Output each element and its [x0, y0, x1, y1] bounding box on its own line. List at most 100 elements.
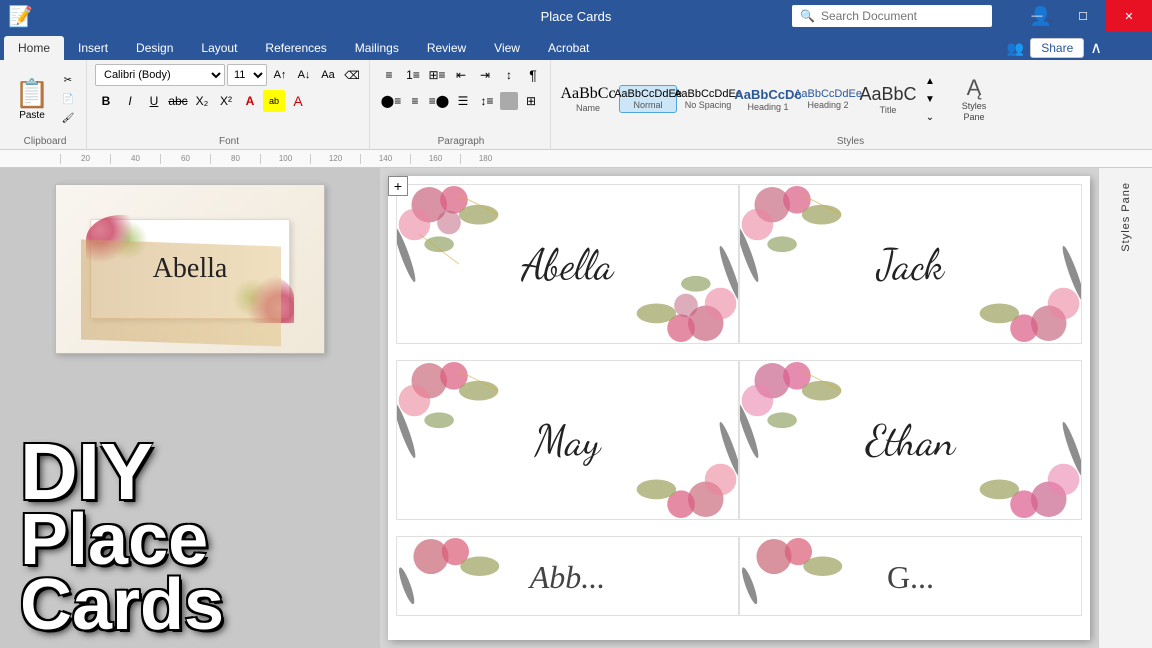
gallery-scroll-up[interactable]: ▲ — [919, 72, 941, 90]
shading-button[interactable] — [500, 92, 518, 110]
thumbnail-box: Abella — [55, 184, 325, 354]
align-right-button[interactable]: ≡⬤ — [428, 90, 450, 112]
font-label: Font — [95, 134, 363, 149]
styles-pane-sidebar-label: Styles Pane — [1120, 182, 1132, 252]
window-title: Place Cards — [541, 9, 612, 24]
tab-review[interactable]: Review — [413, 36, 480, 60]
copy-button[interactable]: 📄 — [56, 90, 80, 108]
superscript-button[interactable]: X² — [215, 90, 237, 112]
cut-button[interactable]: ✂ — [56, 71, 80, 89]
ruler-mark-40: 40 — [110, 154, 160, 164]
place-card-ethan[interactable]: Ethan — [739, 360, 1082, 520]
minimize-button[interactable]: — — [1014, 0, 1060, 32]
styles-pane-button[interactable]: Ą Styles Pane — [947, 70, 1001, 128]
place-card-5[interactable]: Abb... — [396, 536, 739, 616]
styles-controls: AaBbCc Name AaBbCcDdEe Normal AaBbCcDdEe… — [559, 64, 1001, 134]
italic-button[interactable]: I — [119, 90, 141, 112]
align-left-button[interactable]: ⬤≡ — [380, 90, 402, 112]
tab-references[interactable]: References — [251, 36, 340, 60]
paste-button[interactable]: 📋 Paste — [10, 72, 54, 126]
app-icon: 📝 — [8, 4, 33, 29]
tab-home[interactable]: Home — [4, 36, 64, 60]
tab-design[interactable]: Design — [122, 36, 187, 60]
bold-button[interactable]: B — [95, 90, 117, 112]
clipboard-label: Clipboard — [10, 134, 80, 149]
gallery-more[interactable]: ⌄ — [919, 108, 941, 126]
style-normal-label: Normal — [633, 100, 662, 110]
clear-format-btn[interactable]: ⌫ — [341, 64, 363, 86]
card-name-5: Abb... — [397, 537, 738, 616]
clipboard-controls: 📋 Paste ✂ 📄 🖌 — [10, 64, 80, 134]
gallery-scroll-down[interactable]: ▼ — [919, 90, 941, 108]
justify-button[interactable]: ☰ — [452, 90, 474, 112]
share-button[interactable]: Share — [1030, 38, 1084, 58]
font-row-2: B I U abc X₂ X² A ab A — [95, 90, 309, 112]
place-card-jack[interactable]: Jack — [739, 184, 1082, 344]
numbering-button[interactable]: 1≡ — [402, 64, 424, 86]
highlight-button[interactable]: ab — [263, 90, 285, 112]
tab-view[interactable]: View — [480, 36, 534, 60]
font-controls: Calibri (Body) 11 A↑ A↓ Aa ⌫ B I U abc X… — [95, 64, 363, 134]
line-spacing-button[interactable]: ↕≡ — [476, 90, 498, 112]
borders-button[interactable]: ⊞ — [520, 90, 542, 112]
style-heading2[interactable]: AaBbCcDdEe Heading 2 — [799, 85, 857, 113]
add-content-button[interactable]: + — [388, 176, 408, 196]
tab-layout[interactable]: Layout — [187, 36, 251, 60]
ribbon-collapse-icon[interactable]: ∧ — [1090, 38, 1102, 58]
style-name[interactable]: AaBbCc Name — [559, 82, 617, 116]
paragraph-label: Paragraph — [378, 134, 544, 149]
underline-button[interactable]: U — [143, 90, 165, 112]
main-content: Abella DIY Place Cards + — [0, 168, 1152, 648]
tab-mailings[interactable]: Mailings — [341, 36, 413, 60]
overlay-text-container: DIY Place Cards — [0, 448, 380, 648]
paragraph-controls: ≡ 1≡ ⊞≡ ⇤ ⇥ ↕ ¶ ⬤≡ ≡ ≡⬤ ☰ ↕≡ ⊞ — [378, 64, 544, 134]
place-card-may[interactable]: May — [396, 360, 739, 520]
font-group: Calibri (Body) 11 A↑ A↓ Aa ⌫ B I U abc X… — [89, 60, 370, 149]
search-box[interactable]: 🔍 — [792, 5, 992, 27]
tab-insert[interactable]: Insert — [64, 36, 122, 60]
ruler-mark-100: 100 — [260, 154, 310, 164]
font-size-select[interactable]: 11 — [227, 64, 267, 86]
gallery-scroll-controls: ▲ ▼ ⌄ — [919, 72, 941, 126]
style-normal[interactable]: AaBbCcDdEe Normal — [619, 85, 677, 113]
paste-label: Paste — [19, 110, 45, 121]
document-area[interactable]: + — [380, 168, 1098, 648]
style-name-label: Name — [576, 103, 600, 113]
font-color-btn2[interactable]: A — [287, 90, 309, 112]
style-heading1[interactable]: AaBbCcDc Heading 1 — [739, 84, 797, 115]
document-page: Abella — [388, 176, 1090, 640]
font-row-1: Calibri (Body) 11 A↑ A↓ Aa ⌫ — [95, 64, 363, 86]
card-name-ethan: Ethan — [740, 361, 1081, 519]
style-title-preview: AaBbC — [859, 84, 916, 105]
format-painter-button[interactable]: 🖌 — [56, 109, 80, 127]
align-center-button[interactable]: ≡ — [404, 90, 426, 112]
close-button[interactable]: ✕ — [1106, 0, 1152, 32]
strikethrough-button[interactable]: abc — [167, 90, 189, 112]
change-case-btn[interactable]: Aa — [317, 64, 339, 86]
title-bar: 📝 Place Cards 🔍 👤 — ☐ ✕ — [0, 0, 1152, 32]
overlay-diy-text: DIY — [20, 436, 153, 508]
maximize-button[interactable]: ☐ — [1060, 0, 1106, 32]
increase-indent-button[interactable]: ⇥ — [474, 64, 496, 86]
window-controls[interactable]: — ☐ ✕ — [1014, 0, 1152, 32]
increase-font-btn[interactable]: A↑ — [269, 64, 291, 86]
bullets-button[interactable]: ≡ — [378, 64, 400, 86]
search-input[interactable] — [821, 9, 961, 23]
paragraph-row-2: ⬤≡ ≡ ≡⬤ ☰ ↕≡ ⊞ — [380, 90, 542, 112]
style-title[interactable]: AaBbC Title — [859, 81, 917, 118]
tab-acrobat[interactable]: Acrobat — [534, 36, 603, 60]
show-marks-button[interactable]: ¶ — [522, 64, 544, 86]
place-card-6[interactable]: G... — [739, 536, 1082, 616]
font-family-select[interactable]: Calibri (Body) — [95, 64, 225, 86]
styles-panel: Styles Pane — [1098, 168, 1152, 648]
place-card-abella[interactable]: Abella — [396, 184, 739, 344]
subscript-button[interactable]: X₂ — [191, 90, 213, 112]
sort-button[interactable]: ↕ — [498, 64, 520, 86]
decrease-indent-button[interactable]: ⇤ — [450, 64, 472, 86]
clipboard-group: 📋 Paste ✂ 📄 🖌 Clipboard — [4, 60, 87, 149]
multilevel-list-button[interactable]: ⊞≡ — [426, 64, 448, 86]
decrease-font-btn[interactable]: A↓ — [293, 64, 315, 86]
font-color-button[interactable]: A — [239, 90, 261, 112]
ruler: 20 40 60 80 100 120 140 160 180 — [0, 150, 1152, 168]
style-no-spacing[interactable]: AaBbCcDdEe No Spacing — [679, 85, 737, 113]
